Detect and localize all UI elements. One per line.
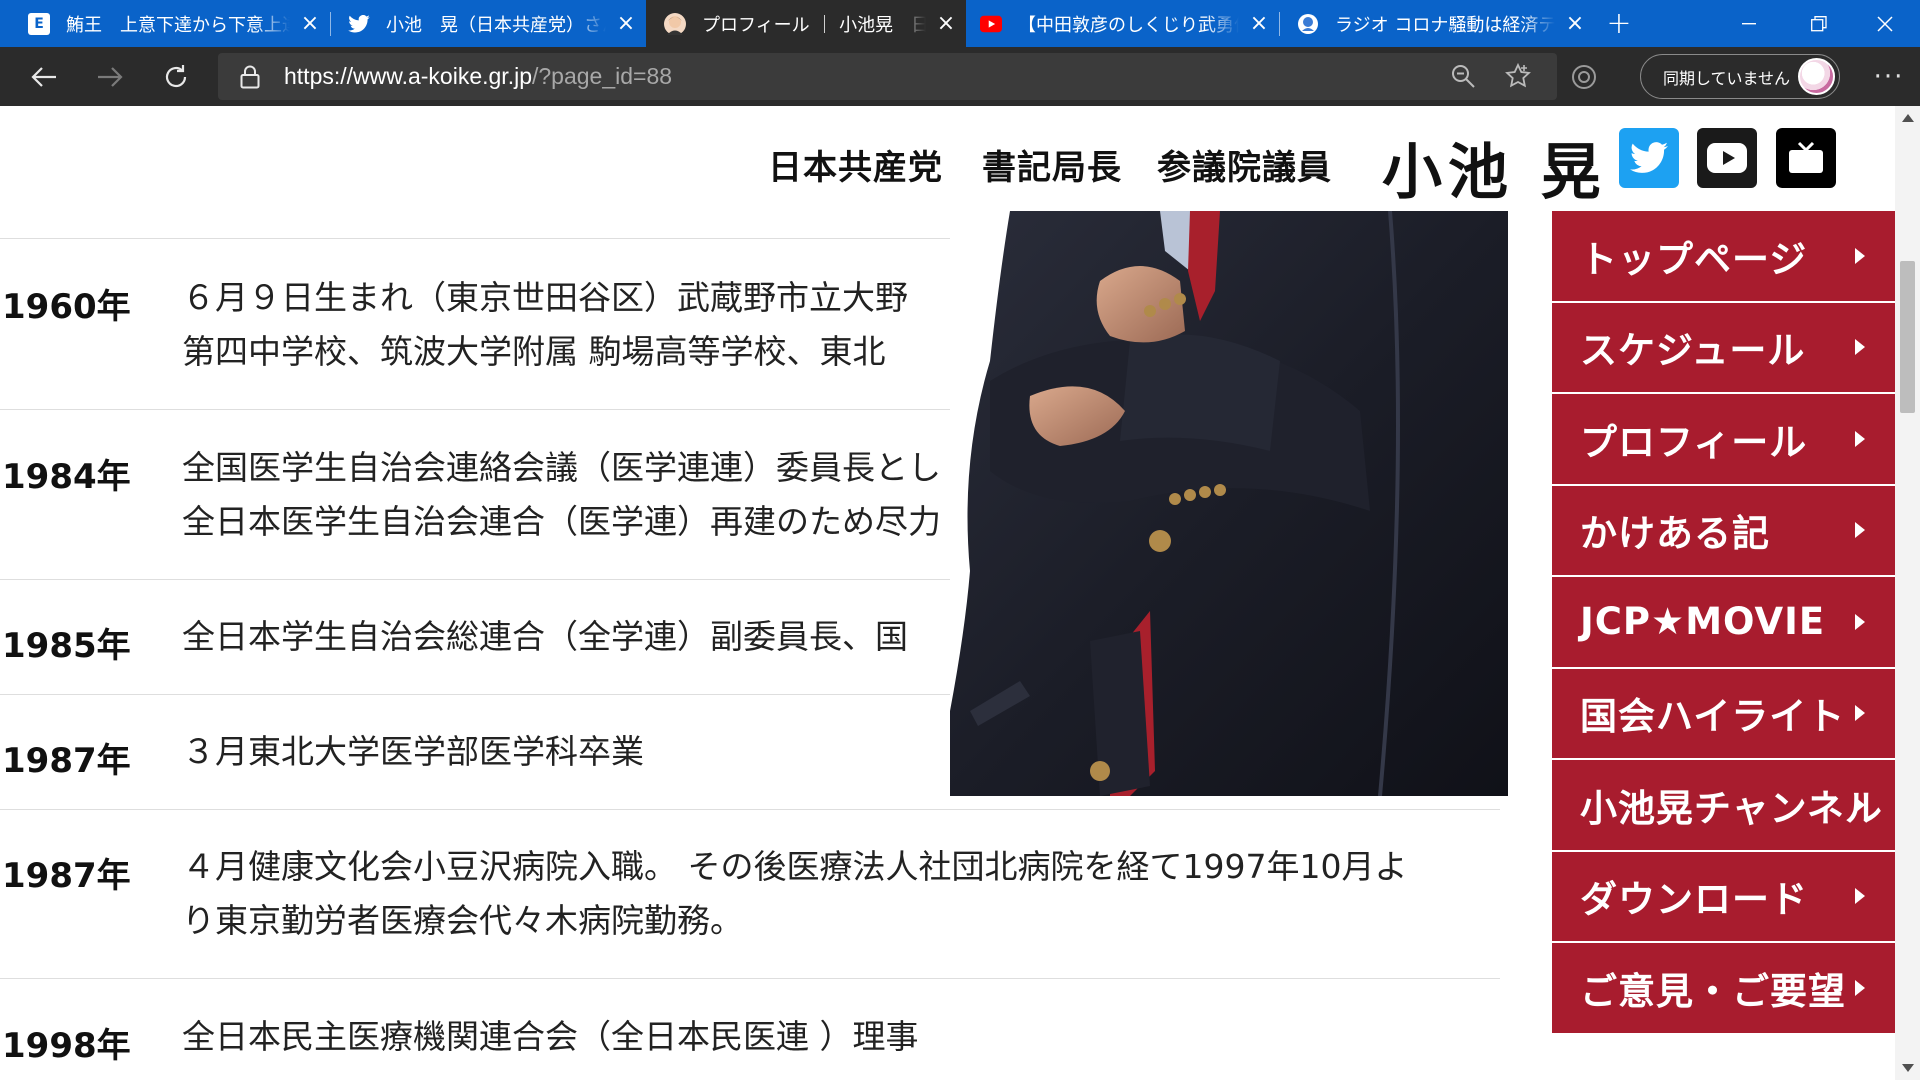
nav-item-kakearuki[interactable]: かけある記 [1552, 485, 1897, 577]
triangle-right-icon [1855, 705, 1865, 722]
timeline-desc: 全日本民主医療機関連合会（全日本民医連 ）理事 [182, 1017, 919, 1056]
row-divider [0, 978, 1500, 979]
triangle-right-icon [1855, 339, 1865, 356]
web-page: 1960年 ６月９日生まれ（東京世田谷区）武蔵野市立大野 第四中学校、筑波大学附… [0, 106, 1920, 1080]
refresh-button[interactable] [148, 47, 204, 106]
close-icon[interactable]: × [1555, 11, 1595, 36]
twitter-icon[interactable] [1619, 128, 1679, 188]
site-title-name[interactable]: 小池 晃 [1382, 124, 1607, 211]
close-icon[interactable]: × [606, 11, 646, 36]
browser-toolbar: https://www.a-koike.gr.jp/?page_id=88 同期… [0, 47, 1920, 106]
page-scrollbar[interactable] [1895, 106, 1920, 1080]
timeline-year: 1987年 [2, 741, 131, 781]
row-divider [0, 809, 1500, 810]
forward-button[interactable] [82, 47, 138, 106]
timeline-year: 1987年 [2, 856, 131, 896]
triangle-right-icon [1855, 796, 1865, 813]
timeline-year: 1984年 [2, 457, 131, 497]
site-header: 日本共産党 書記局長 参議院議員 小池 晃 [0, 106, 1895, 211]
scroll-down-icon[interactable] [1902, 1064, 1914, 1072]
close-icon[interactable]: × [926, 11, 966, 36]
sync-profile-button[interactable]: 同期していません [1640, 54, 1840, 99]
role-label: 参議院議員 [1157, 148, 1332, 188]
nav-item-jcp-movie[interactable]: JCP★MOVIE [1552, 577, 1897, 669]
profile-photo [950, 211, 1508, 796]
favorite-star-icon[interactable] [1505, 62, 1531, 93]
close-icon[interactable]: × [290, 11, 330, 36]
tab-title: 鮪王 上意下達から下意上達 [66, 14, 290, 36]
youtube-icon [980, 13, 1002, 35]
tab-3-active[interactable]: プロフィール ｜ 小池晃 日本共産党 × [646, 0, 966, 47]
tab-1[interactable]: E 鮪王 上意下達から下意上達 × [0, 0, 330, 47]
radio-icon [1297, 13, 1319, 35]
timeline-year: 1998年 [2, 1026, 131, 1066]
close-icon[interactable]: × [1239, 11, 1279, 36]
tab-5[interactable]: ラジオ コロナ騒動は経済テロに × [1279, 0, 1595, 47]
tv-icon[interactable] [1776, 128, 1836, 188]
triangle-right-icon [1855, 247, 1865, 264]
close-window-button[interactable] [1850, 0, 1920, 47]
tab-title: 小池 晃（日本共産党）さん [386, 14, 606, 36]
triangle-right-icon [1855, 430, 1865, 447]
tab-title: ラジオ コロナ騒動は経済テロに [1335, 14, 1555, 36]
nav-item-schedule[interactable]: スケジュール [1552, 302, 1897, 394]
nav-item-diet-highlight[interactable]: 国会ハイライト [1552, 668, 1897, 760]
timeline-year: 1960年 [2, 287, 131, 327]
url-text[interactable]: https://www.a-koike.gr.jp/?page_id=88 [284, 53, 672, 100]
nav-item-channel[interactable]: 小池晃チャンネル [1552, 760, 1897, 852]
site-e-icon: E [28, 12, 50, 35]
restore-button[interactable] [1784, 0, 1854, 47]
minimize-button[interactable] [1714, 0, 1784, 47]
new-tab-button[interactable]: + [1598, 0, 1640, 47]
scroll-thumb[interactable] [1900, 261, 1915, 413]
nav-item-profile[interactable]: プロフィール [1552, 394, 1897, 486]
party-label: 日本共産党 [768, 148, 943, 188]
nav-item-feedback[interactable]: ご意見・ご要望 [1552, 943, 1897, 1035]
tab-title: プロフィール ｜ 小池晃 日本共産党 [702, 14, 926, 36]
triangle-right-icon [1855, 888, 1865, 905]
triangle-right-icon [1855, 979, 1865, 996]
triangle-right-icon [1855, 613, 1865, 630]
sync-label: 同期していません [1663, 68, 1791, 88]
twitter-icon [348, 13, 370, 35]
tab-4[interactable]: 【中田敦彦のしくじり武勇伝】 × [966, 0, 1279, 47]
side-nav-menu: トップページ スケジュール プロフィール かけある記 JCP★MOVIE 国会ハ… [1552, 211, 1897, 1035]
tab-title: 【中田敦彦のしくじり武勇伝】 [1018, 14, 1239, 36]
role-label: 書記局長 [982, 148, 1122, 188]
more-menu-button[interactable]: ··· [1864, 47, 1914, 106]
tab-2[interactable]: 小池 晃（日本共産党）さん × [330, 0, 646, 47]
address-bar[interactable]: https://www.a-koike.gr.jp/?page_id=88 [218, 53, 1557, 100]
triangle-right-icon [1855, 522, 1865, 539]
nav-item-download[interactable]: ダウンロード [1552, 851, 1897, 943]
tracking-icon[interactable] [1556, 47, 1612, 106]
lock-icon [240, 65, 260, 93]
timeline-year: 1985年 [2, 626, 131, 666]
avatar-icon [664, 12, 686, 35]
timeline-desc: ４月健康文化会小豆沢病院入職。 その後医療法人社団北病院を経て1997年10月よ… [182, 847, 1408, 940]
tab-bar: E 鮪王 上意下達から下意上達 × 小池 晃（日本共産党）さん × プロフィール… [0, 0, 1920, 47]
zoom-icon[interactable] [1451, 64, 1475, 92]
profile-avatar [1798, 58, 1835, 95]
nav-item-top[interactable]: トップページ [1552, 211, 1897, 303]
scroll-up-icon[interactable] [1902, 114, 1914, 122]
back-button[interactable] [16, 47, 72, 106]
youtube-icon[interactable] [1697, 128, 1757, 188]
